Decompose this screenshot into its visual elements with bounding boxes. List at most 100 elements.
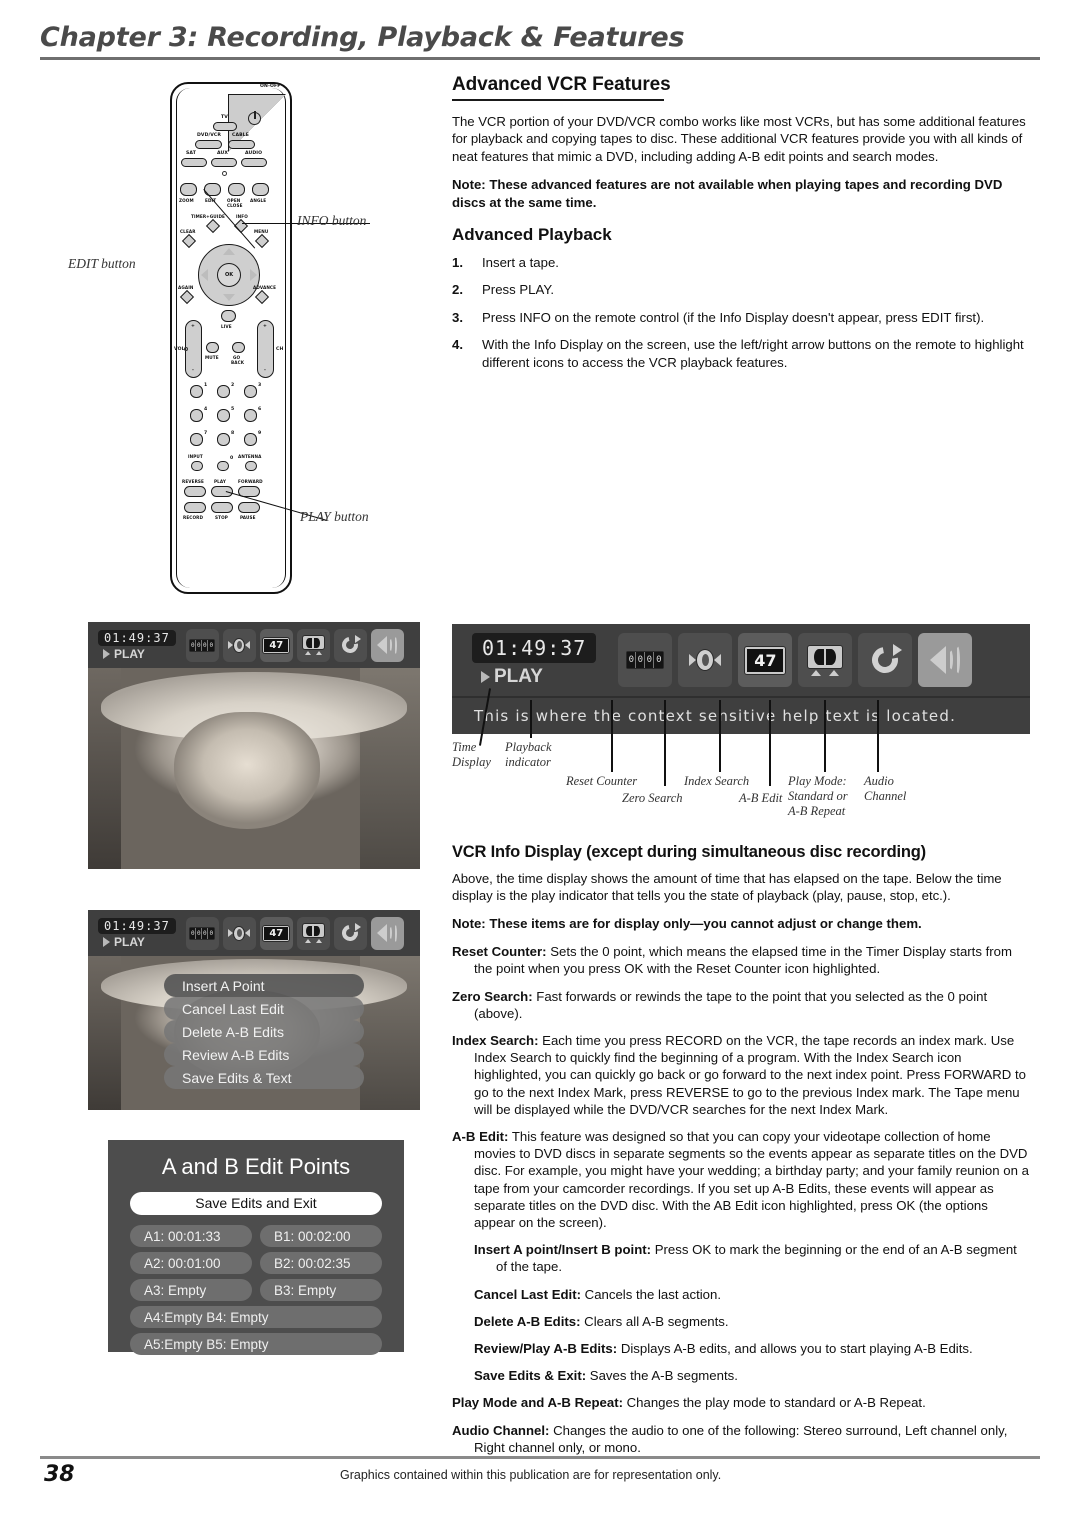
ab-cell-b3[interactable]: B3: Empty xyxy=(260,1279,382,1301)
num-3-button[interactable] xyxy=(244,385,257,398)
ab-cell-a2[interactable]: A2: 00:01:00 xyxy=(130,1252,252,1274)
zero-search-icon[interactable] xyxy=(222,916,256,950)
definition-term: Reset Counter: xyxy=(452,944,547,960)
ab-edit-icon[interactable] xyxy=(296,916,330,950)
audio-button[interactable] xyxy=(241,158,267,167)
definition-item: Zero Search: Fast forwards or rewinds th… xyxy=(452,988,1030,1022)
advanced-vcr-section: Advanced VCR Features The VCR portion of… xyxy=(452,74,1030,381)
definition-term: Delete A-B Edits: xyxy=(474,1313,581,1329)
ab-cell-a1[interactable]: A1: 00:01:33 xyxy=(130,1225,252,1247)
index-search-icon[interactable]: 47 xyxy=(738,633,793,687)
reset-counter-icon[interactable]: 0 0 0 0 xyxy=(185,916,219,950)
footer-divider xyxy=(40,1456,1040,1459)
index-search-icon[interactable]: 47 xyxy=(259,916,293,950)
audio-channel-icon[interactable] xyxy=(370,628,404,662)
definition-term: Review/Play A-B Edits: xyxy=(474,1341,618,1357)
zero-search-icon[interactable] xyxy=(222,628,256,662)
menu-item-delete-ab-edits[interactable]: Delete A-B Edits xyxy=(164,1020,364,1043)
osd-playback-indicator: PLAY xyxy=(98,647,145,661)
live-button[interactable] xyxy=(221,310,236,322)
callout-label-zero-search: Zero Search xyxy=(622,791,683,805)
ab-cell-a3[interactable]: A3: Empty xyxy=(130,1279,252,1301)
play-mode-icon[interactable] xyxy=(333,916,367,950)
ab-cell-b2[interactable]: B2: 00:02:35 xyxy=(260,1252,382,1274)
definition-text: This feature was designed so that you ca… xyxy=(474,1129,1029,1231)
aux-button[interactable] xyxy=(211,158,237,167)
dpad-left-icon[interactable] xyxy=(201,269,208,281)
num-9-button[interactable] xyxy=(244,433,257,446)
record-button[interactable] xyxy=(184,502,206,513)
cable-button[interactable] xyxy=(228,140,255,149)
audio-channel-icon[interactable] xyxy=(370,916,404,950)
callout-tick-playmode xyxy=(824,700,826,772)
input-button[interactable] xyxy=(191,461,203,471)
ok-button[interactable]: OK xyxy=(217,263,241,287)
label-sat: SAT xyxy=(186,151,196,156)
num-5-button[interactable] xyxy=(217,409,230,422)
go-back-button[interactable] xyxy=(232,342,245,353)
definition-item: Play Mode and A-B Repeat: Changes the pl… xyxy=(452,1394,1030,1411)
label-info: INFO xyxy=(236,214,248,219)
reset-counter-icon[interactable]: 0 0 0 0 xyxy=(185,628,219,662)
dpad-right-icon[interactable] xyxy=(250,269,257,281)
reset-counter-icon[interactable]: 0 0 0 0 xyxy=(618,633,673,687)
dpad-up-icon[interactable] xyxy=(223,248,235,255)
num-6-button[interactable] xyxy=(244,409,257,422)
step-text: With the Info Display on the screen, use… xyxy=(482,337,1024,370)
info-display-title: VCR Info Display (except during simultan… xyxy=(452,843,926,861)
section-title-underline xyxy=(452,99,664,101)
dvd-vcr-button[interactable] xyxy=(195,140,222,149)
pause-button[interactable] xyxy=(238,502,260,513)
info-display-note: Note: These items are for display only—y… xyxy=(452,915,922,931)
ab-edit-glyph xyxy=(301,923,325,943)
sat-button[interactable] xyxy=(181,158,207,167)
angle-button[interactable] xyxy=(252,183,269,196)
label-cable: CABLE xyxy=(232,133,249,138)
num-4-button[interactable] xyxy=(190,409,203,422)
zero-search-glyph xyxy=(689,649,722,671)
open-close-button[interactable] xyxy=(228,183,245,196)
mute-button[interactable] xyxy=(206,342,219,353)
ab-edit-points-screen: A and B Edit Points Save Edits and Exit … xyxy=(108,1140,404,1355)
vol-indicator-dot xyxy=(184,347,188,351)
num-2-button[interactable] xyxy=(217,385,230,398)
save-edits-and-exit-button[interactable]: Save Edits and Exit xyxy=(130,1192,382,1215)
ab-cell-row5[interactable]: A5:Empty B5: Empty xyxy=(130,1333,382,1355)
menu-item-save-edits-text[interactable]: Save Edits & Text xyxy=(164,1066,364,1089)
menu-item-insert-a-point[interactable]: Insert A Point xyxy=(164,974,364,997)
repeat-glyph xyxy=(339,921,362,945)
reverse-button[interactable] xyxy=(184,486,206,497)
num-8-button[interactable] xyxy=(217,433,230,446)
index-search-icon[interactable]: 47 xyxy=(259,628,293,662)
num-1-button[interactable] xyxy=(190,385,203,398)
advanced-playback-steps: 1. Insert a tape. 2. Press PLAY. 3. Press I… xyxy=(452,254,1030,371)
label-angle: ANGLE xyxy=(250,198,267,203)
zero-search-icon[interactable] xyxy=(678,633,733,687)
callout-tick-index xyxy=(719,700,721,772)
play-mode-icon[interactable] xyxy=(333,628,367,662)
stop-button[interactable] xyxy=(211,502,233,513)
audio-channel-icon[interactable] xyxy=(918,633,973,687)
zoom-button[interactable] xyxy=(180,183,197,196)
num-0-button[interactable] xyxy=(217,461,229,471)
antenna-button[interactable] xyxy=(245,461,257,471)
play-mode-icon[interactable] xyxy=(858,633,913,687)
ir-led-indicator xyxy=(222,171,227,176)
ab-cell-b1[interactable]: B1: 00:02:00 xyxy=(260,1225,382,1247)
menu-item-cancel-last-edit[interactable]: Cancel Last Edit xyxy=(164,997,364,1020)
ab-edit-icon[interactable] xyxy=(296,628,330,662)
definition-text: Cancels the last action. xyxy=(581,1286,722,1302)
play-triangle-icon xyxy=(481,670,490,683)
ab-cell-row4[interactable]: A4:Empty B4: Empty xyxy=(130,1306,382,1328)
ab-row: A3: Empty B3: Empty xyxy=(130,1279,382,1301)
callout-label-time-display: Time Display xyxy=(452,740,491,769)
definition-text: Changes the audio to one of the followin… xyxy=(474,1422,1008,1455)
dpad-down-icon[interactable] xyxy=(223,294,235,301)
ab-edit-icon[interactable] xyxy=(798,633,853,687)
menu-item-review-ab-edits[interactable]: Review A-B Edits xyxy=(164,1043,364,1066)
osd-time-display: 01:49:37 xyxy=(472,632,597,663)
label-aux: AUX xyxy=(217,151,228,156)
num-7-button[interactable] xyxy=(190,433,203,446)
tv-button[interactable] xyxy=(213,122,237,131)
ab-edit-options-menu: Insert A Point Cancel Last Edit Delete A… xyxy=(164,974,364,1089)
